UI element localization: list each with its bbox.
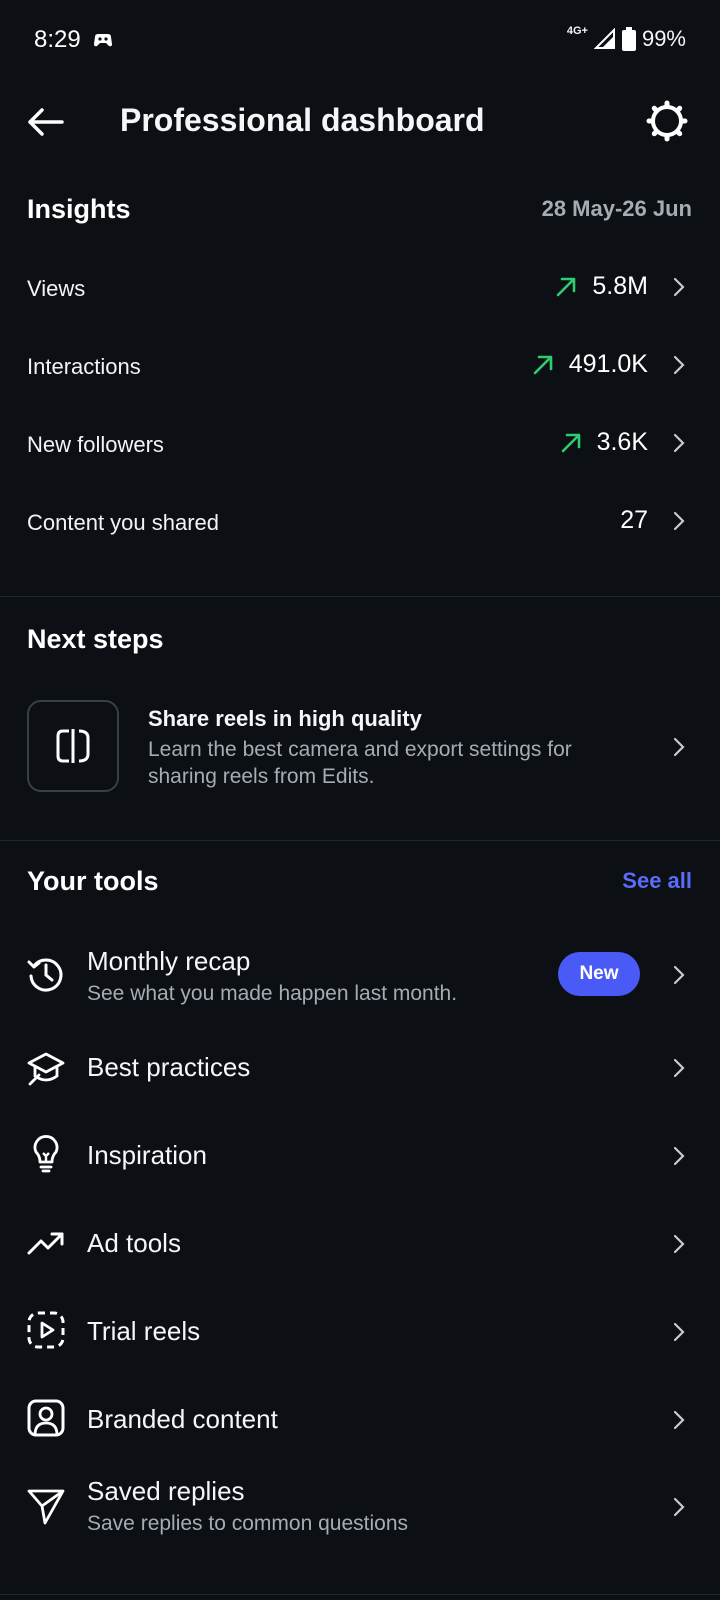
metric-value: 491.0K [568,350,648,378]
professional-dashboard-screen: 8:29 4G+ 99% Professional dashboard Insi… [0,0,720,1600]
tool-label: Trial reels [87,1316,201,1346]
tool-label: Best practices [87,1052,251,1082]
metric-label: Content you shared [27,510,220,535]
chevron-right-icon [673,433,685,452]
tool-label: Saved replies [87,1476,245,1506]
network-type: 4G+ [566,25,588,37]
chevron-right-icon [673,1234,685,1254]
metric-row-content-shared[interactable]: Content you shared 27 [0,486,720,564]
insights-title: Insights [27,194,131,224]
metric-value-group: 3.6K [559,428,690,457]
tool-label: Inspiration [87,1140,207,1170]
next-steps-title: Next steps [27,624,164,654]
divider [0,840,720,841]
chevron-right-icon [673,737,685,757]
metric-label: New followers [27,432,164,457]
metric-label: Interactions [27,354,141,379]
chevron-right-icon [673,277,685,296]
metric-label: Views [27,276,86,301]
metric-row-new-followers[interactable]: New followers 3.6K [0,408,720,486]
chevron-right-icon [673,1146,685,1166]
settings-gear-icon[interactable] [644,98,690,144]
card-title: Share reels in high quality [148,706,422,731]
tool-label: Monthly recap [87,946,251,976]
history-icon [27,958,63,992]
status-bar: 8:29 4G+ 99% [0,0,720,82]
paper-plane-icon [27,1489,65,1525]
edits-logo-icon [56,729,90,763]
game-controller-icon [94,34,112,47]
metric-row-views[interactable]: Views 5.8M [0,252,720,330]
header: Professional dashboard [0,82,720,164]
tool-label: Ad tools [87,1228,181,1258]
divider [0,1594,720,1595]
see-all-link[interactable]: See all [622,868,692,894]
metric-value: 27 [620,506,648,534]
trial-reels-icon [27,1311,65,1349]
chevron-right-icon [673,1058,685,1078]
trend-up-arrow-icon [557,277,576,296]
branded-content-icon [27,1399,65,1437]
metric-value-group: 5.8M [554,272,690,301]
status-time: 8:29 [34,26,81,53]
metric-value-group: 491.0K [531,350,690,379]
chevron-right-icon [673,1410,685,1430]
tool-item-branded-content[interactable]: Branded content [0,1382,720,1462]
date-range[interactable]: 28 May-26 Jun [542,196,692,222]
chevron-right-icon [673,965,685,985]
card-description: Learn the best camera and export setting… [148,738,572,788]
tool-subtitle: See what you made happen last month. [87,982,458,1005]
trend-up-arrow-icon [533,355,553,374]
lightbulb-icon [33,1135,59,1173]
metric-value: 3.6K [596,428,648,456]
card-icon-container [27,700,119,792]
chevron-right-icon [673,511,685,530]
battery-percentage: 99% [641,26,686,51]
new-badge: New [558,952,640,996]
back-arrow-icon[interactable] [24,100,68,144]
metric-value: 5.8M [592,272,648,300]
tool-item-best-practices[interactable]: Best practices [0,1030,720,1110]
battery-icon [621,27,636,51]
your-tools-title: Your tools [27,866,159,896]
graduation-cap-icon [27,1052,65,1086]
trend-up-icon [27,1232,64,1255]
next-step-card[interactable]: Share reels in high quality Learn the be… [0,680,720,810]
metric-value-group: 27 [620,506,690,535]
trend-up-arrow-icon [561,433,580,452]
tool-subtitle: Save replies to common questions [87,1512,408,1535]
tool-item-inspiration[interactable]: Inspiration [0,1118,720,1198]
tool-item-ad-tools[interactable]: Ad tools [0,1206,720,1286]
status-indicators: 4G+ 99% [566,25,686,52]
divider [0,596,720,597]
metric-row-interactions[interactable]: Interactions 491.0K [0,330,720,408]
chevron-right-icon [673,1497,685,1517]
tool-item-saved-replies[interactable]: Saved replies Save replies to common que… [0,1460,720,1550]
page-title: Professional dashboard [120,102,485,138]
signal-icon [593,28,615,49]
chevron-right-icon [673,1322,685,1342]
chevron-right-icon [673,355,685,374]
tool-item-trial-reels[interactable]: Trial reels [0,1294,720,1374]
tool-label: Branded content [87,1404,278,1434]
